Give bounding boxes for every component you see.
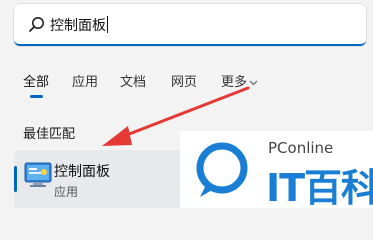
search-icon [29, 17, 44, 32]
search-box[interactable]: 控制面板 [14, 4, 366, 46]
watermark: PConline IT百科 [180, 131, 373, 210]
tab-documents[interactable]: 文档 [120, 71, 146, 90]
control-panel-icon [24, 162, 52, 187]
tab-apps[interactable]: 应用 [72, 71, 98, 90]
pconline-logo-icon [196, 142, 248, 197]
result-name: 控制面板 [54, 164, 110, 180]
tab-all[interactable]: 全部 [23, 71, 49, 90]
best-match-heading: 最佳匹配 [23, 127, 76, 142]
search-input[interactable]: 控制面板 [50, 15, 106, 35]
result-type: 应用 [54, 185, 79, 199]
tab-web[interactable]: 网页 [171, 71, 197, 90]
text-caret [107, 16, 108, 33]
watermark-brand: PConline [268, 139, 334, 157]
active-tab-indicator [30, 95, 43, 98]
chevron-down-icon [249, 80, 258, 86]
watermark-text: IT百科 [266, 166, 373, 210]
selection-indicator [14, 166, 17, 192]
tab-more[interactable]: 更多 [221, 71, 258, 90]
filter-tabs: 全部 应用 文档 网页 更多 [0, 64, 373, 98]
tab-more-label: 更多 [221, 75, 248, 90]
